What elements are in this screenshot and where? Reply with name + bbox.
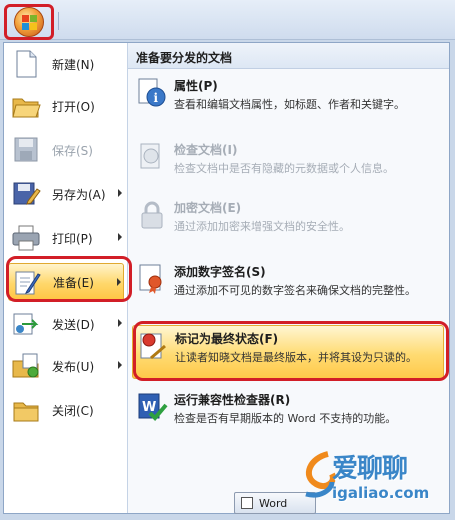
- properties-icon: i: [136, 77, 168, 109]
- svg-text:i: i: [154, 91, 159, 105]
- submenu-item-title: 属性(P): [174, 79, 218, 93]
- inspect-document-icon: [136, 141, 168, 173]
- submenu-item-desc: 查看和编辑文档属性，如标题、作者和关键字。: [174, 98, 405, 111]
- printer-icon: [10, 223, 42, 253]
- submenu-arrow-icon: [118, 233, 122, 241]
- submenu-item-desc: 检查文档中是否有隐藏的元数据或个人信息。: [174, 162, 394, 175]
- menu-item-label: 另存为(A): [52, 187, 106, 202]
- submenu-item-desc: 检查是否有早期版本的 Word 不支持的功能。: [174, 412, 397, 425]
- submenu-arrow-icon: [118, 361, 122, 369]
- menu-item-new[interactable]: 新建(N): [8, 45, 124, 83]
- annotation-outline-prepare: [6, 256, 132, 302]
- office-logo-icon: [21, 14, 37, 30]
- site-watermark: 爱聊聊 igaliao.com: [298, 440, 450, 512]
- menu-item-label: 保存(S): [52, 143, 93, 158]
- new-document-icon: [10, 49, 42, 79]
- annotation-outline-mark-final: [133, 321, 449, 381]
- menu-item-close[interactable]: 关闭(C): [8, 391, 124, 429]
- menu-item-save[interactable]: 保存(S): [8, 131, 124, 169]
- quick-access-toolbar: [58, 12, 118, 30]
- submenu-item-inspect[interactable]: 检查文档(I) 检查文档中是否有隐藏的元数据或个人信息。: [132, 137, 444, 187]
- menu-item-open[interactable]: 打开(O): [8, 87, 124, 125]
- submenu-item-encrypt[interactable]: 加密文档(E) 通过添加加密来增强文档的安全性。: [132, 195, 444, 245]
- svg-text:W: W: [142, 400, 156, 415]
- watermark-url: igaliao.com: [332, 484, 430, 502]
- word-document-icon: [241, 497, 253, 509]
- encrypt-lock-icon: [136, 199, 168, 231]
- submenu-item-title: 加密文档(E): [174, 201, 242, 215]
- publish-icon: [10, 351, 42, 381]
- open-folder-icon: [10, 91, 42, 121]
- save-as-icon: [10, 179, 42, 209]
- submenu-header: 准备要分发的文档: [128, 43, 449, 69]
- menu-item-label: 关闭(C): [52, 403, 94, 418]
- submenu-item-title: 运行兼容性检查器(R): [174, 393, 291, 407]
- menu-item-label: 打开(O): [52, 99, 95, 114]
- digital-signature-icon: [136, 263, 168, 295]
- submenu-item-desc: 通过添加不可见的数字签名来确保文档的完整性。: [174, 284, 416, 297]
- watermark-text: 爱聊聊: [332, 454, 408, 484]
- close-folder-icon: [10, 395, 42, 425]
- send-icon: [10, 309, 42, 339]
- submenu-item-title: 添加数字签名(S): [174, 265, 266, 279]
- submenu-arrow-icon: [118, 319, 122, 327]
- submenu-item-compatibility-checker[interactable]: W 运行兼容性检查器(R) 检查是否有早期版本的 Word 不支持的功能。: [132, 387, 444, 437]
- save-disk-icon: [10, 135, 42, 165]
- compatibility-checker-icon: W: [136, 391, 168, 423]
- office-orb: [14, 7, 44, 37]
- menu-item-label: 打印(P): [52, 231, 93, 246]
- submenu-arrow-icon: [118, 189, 122, 197]
- menu-item-label: 新建(N): [52, 57, 95, 72]
- menu-item-label: 发送(D): [52, 317, 95, 332]
- submenu-item-title: 检查文档(I): [174, 143, 238, 157]
- submenu-item-digital-signature[interactable]: 添加数字签名(S) 通过添加不可见的数字签名来确保文档的完整性。: [132, 259, 444, 319]
- menu-item-print[interactable]: 打印(P): [8, 219, 124, 257]
- submenu-item-properties[interactable]: i 属性(P) 查看和编辑文档属性，如标题、作者和关键字。: [132, 73, 444, 133]
- menu-item-send[interactable]: 发送(D): [8, 305, 124, 343]
- submenu-item-desc: 通过添加加密来增强文档的安全性。: [174, 220, 350, 233]
- menu-item-save-as[interactable]: 另存为(A): [8, 175, 124, 213]
- taskbar-label: Word: [259, 496, 288, 510]
- menu-item-label: 发布(U): [52, 359, 95, 374]
- title-strip: [0, 0, 455, 40]
- office-button[interactable]: [4, 4, 54, 40]
- menu-item-publish[interactable]: 发布(U): [8, 347, 124, 385]
